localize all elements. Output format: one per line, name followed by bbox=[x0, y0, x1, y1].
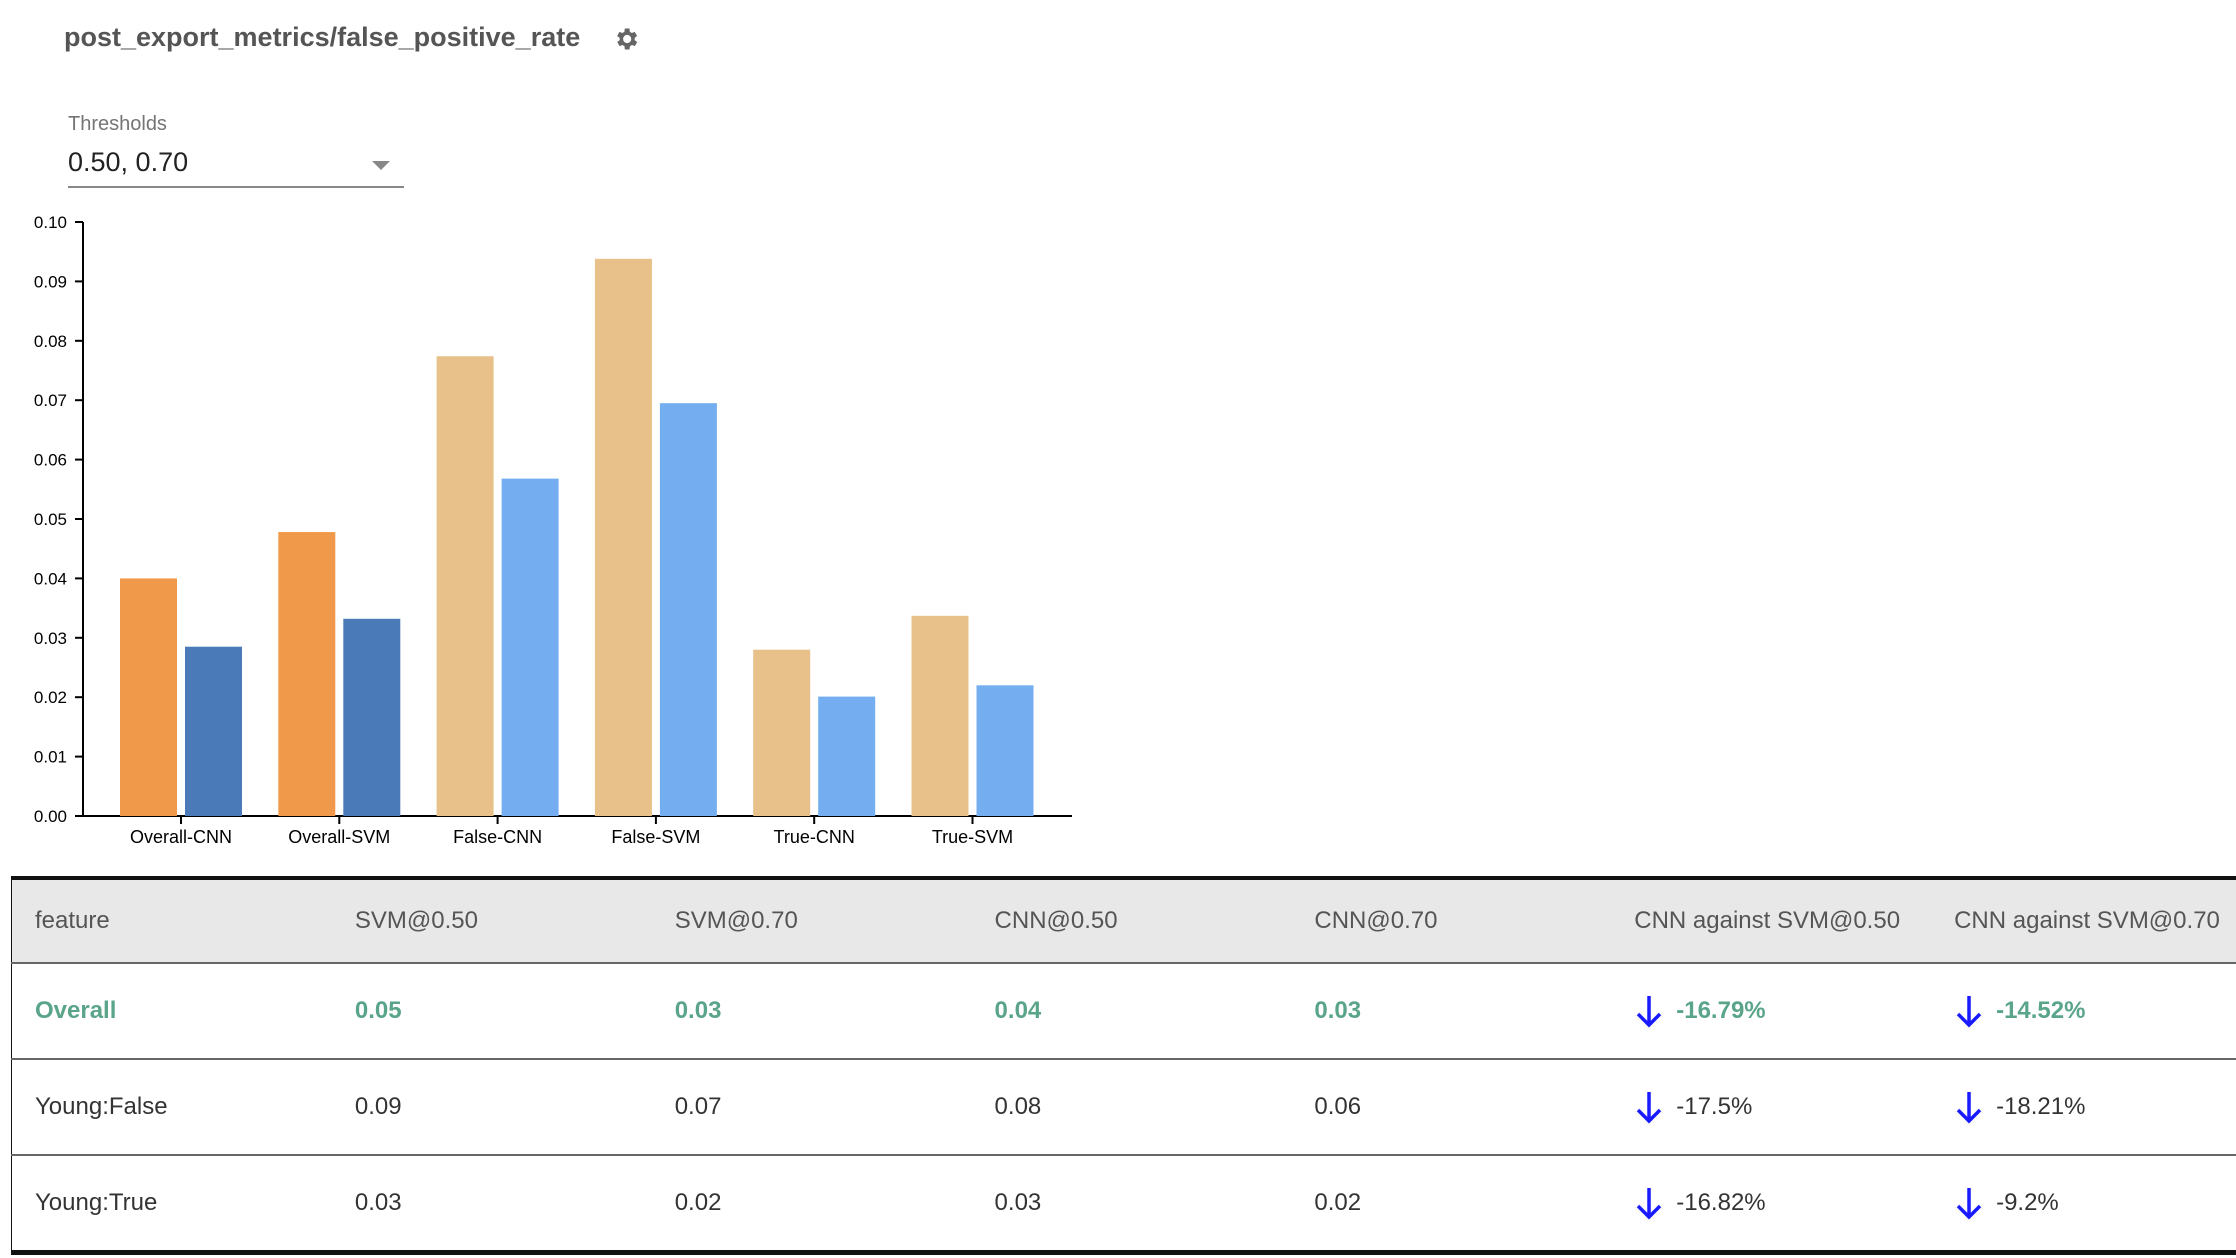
bar-chart: 0.00 0.01 0.02 0.03 0.04 0.05 0.06 0.07 0.08 0.09… bbox=[34, 213, 1072, 847]
bar[interactable] bbox=[185, 646, 242, 816]
delta-value: -14.52% bbox=[1996, 997, 2086, 1024]
value-cell: 0.03 bbox=[971, 1155, 1292, 1254]
column-header[interactable]: SVM@0.50 bbox=[331, 878, 652, 964]
delta-value: -17.5% bbox=[1676, 1093, 1753, 1120]
bar[interactable] bbox=[343, 618, 401, 816]
value-cell: 0.07 bbox=[651, 1059, 972, 1156]
y-tick-label: 0.06 bbox=[34, 451, 67, 470]
delta-value: -16.82% bbox=[1676, 1189, 1766, 1216]
y-tick-label: 0.07 bbox=[34, 391, 67, 410]
value-cell: 0.06 bbox=[1291, 1059, 1612, 1156]
y-tick-label: 0.03 bbox=[34, 629, 67, 648]
arrow-down-icon bbox=[1636, 996, 1662, 1028]
delta-cell: -9.2% bbox=[1931, 1155, 2236, 1254]
y-tick-label: 0.05 bbox=[34, 510, 67, 529]
column-header[interactable]: CNN against SVM@0.70 bbox=[1931, 878, 2236, 964]
arrow-down-icon bbox=[1636, 1092, 1662, 1124]
value-cell: 0.04 bbox=[971, 963, 1292, 1060]
value-cell: 0.02 bbox=[1291, 1155, 1612, 1254]
delta-cell: -18.21% bbox=[1931, 1059, 2236, 1156]
value-cell: 0.03 bbox=[651, 963, 972, 1060]
y-tick-label: 0.04 bbox=[34, 569, 67, 588]
delta-cell: -16.82% bbox=[1611, 1155, 1932, 1254]
arrow-down-icon bbox=[1636, 1188, 1662, 1220]
arrow-down-icon bbox=[1956, 1092, 1982, 1124]
y-tick-label: 0.01 bbox=[34, 748, 67, 767]
delta-value: -9.2% bbox=[1996, 1189, 2059, 1216]
value-cell: 0.08 bbox=[971, 1059, 1292, 1156]
page-title: post_export_metrics/false_positive_rate bbox=[64, 22, 581, 52]
y-tick-label: 0.08 bbox=[34, 332, 67, 351]
gear-icon[interactable] bbox=[612, 25, 640, 53]
delta-cell: -14.52% bbox=[1931, 963, 2236, 1060]
chevron-down-icon bbox=[372, 161, 390, 170]
delta-cell: -17.5% bbox=[1611, 1059, 1932, 1156]
feature-cell: Young:False bbox=[11, 1059, 332, 1156]
bar[interactable] bbox=[120, 578, 177, 816]
bar[interactable] bbox=[976, 685, 1034, 816]
x-tick-label: Overall-CNN bbox=[130, 827, 232, 847]
bar[interactable] bbox=[501, 478, 559, 816]
delta-value: -18.21% bbox=[1996, 1093, 2086, 1120]
delta-cell: -16.79% bbox=[1611, 963, 1932, 1060]
bar[interactable] bbox=[753, 649, 811, 816]
y-tick-label: 0.00 bbox=[34, 807, 67, 826]
y-tick-label: 0.02 bbox=[34, 688, 67, 707]
x-tick-label: False-CNN bbox=[453, 827, 542, 847]
table-row: Overall 0.05 0.03 0.04 0.03 -16.79% -14.52% bbox=[11, 963, 2236, 1060]
value-cell: 0.05 bbox=[331, 963, 652, 1060]
feature-cell: Young:True bbox=[11, 1155, 332, 1254]
bar[interactable] bbox=[436, 356, 494, 816]
column-header[interactable]: CNN@0.70 bbox=[1291, 878, 1612, 964]
thresholds-label: Thresholds bbox=[68, 113, 167, 135]
arrow-down-icon bbox=[1956, 996, 1982, 1028]
column-header[interactable]: SVM@0.70 bbox=[651, 878, 972, 964]
bar[interactable] bbox=[818, 696, 876, 816]
thresholds-value: 0.50, 0.70 bbox=[68, 147, 189, 177]
bar[interactable] bbox=[659, 403, 717, 816]
bar[interactable] bbox=[911, 615, 969, 816]
table-row: Young:False 0.09 0.07 0.08 0.06 -17.5% -18.21% bbox=[11, 1059, 2236, 1156]
column-header[interactable]: CNN@0.50 bbox=[971, 878, 1292, 964]
x-tick-label: Overall-SVM bbox=[288, 827, 390, 847]
metrics-table: feature SVM@0.50 SVM@0.70 CNN@0.50 CNN@0.70 C… bbox=[11, 876, 2236, 1255]
value-cell: 0.03 bbox=[331, 1155, 652, 1254]
value-cell: 0.09 bbox=[331, 1059, 652, 1156]
arrow-down-icon bbox=[1956, 1188, 1982, 1220]
column-header[interactable]: CNN against SVM@0.50 bbox=[1611, 878, 1932, 964]
table-row: Young:True 0.03 0.02 0.03 0.02 -16.82% -9.2% bbox=[11, 1155, 2236, 1254]
thresholds-select[interactable]: 0.50, 0.70 bbox=[68, 145, 404, 188]
value-cell: 0.03 bbox=[1291, 963, 1612, 1060]
column-header[interactable]: feature bbox=[11, 878, 332, 964]
x-tick-label: False-SVM bbox=[611, 827, 700, 847]
feature-cell: Overall bbox=[11, 963, 332, 1060]
bar[interactable] bbox=[594, 258, 652, 816]
value-cell: 0.02 bbox=[651, 1155, 972, 1254]
y-tick-label: 0.09 bbox=[34, 272, 67, 291]
x-tick-label: True-CNN bbox=[774, 827, 855, 847]
x-tick-label: True-SVM bbox=[932, 827, 1013, 847]
bar[interactable] bbox=[278, 532, 336, 816]
delta-value: -16.79% bbox=[1676, 997, 1766, 1024]
y-tick-label: 0.10 bbox=[34, 213, 67, 232]
